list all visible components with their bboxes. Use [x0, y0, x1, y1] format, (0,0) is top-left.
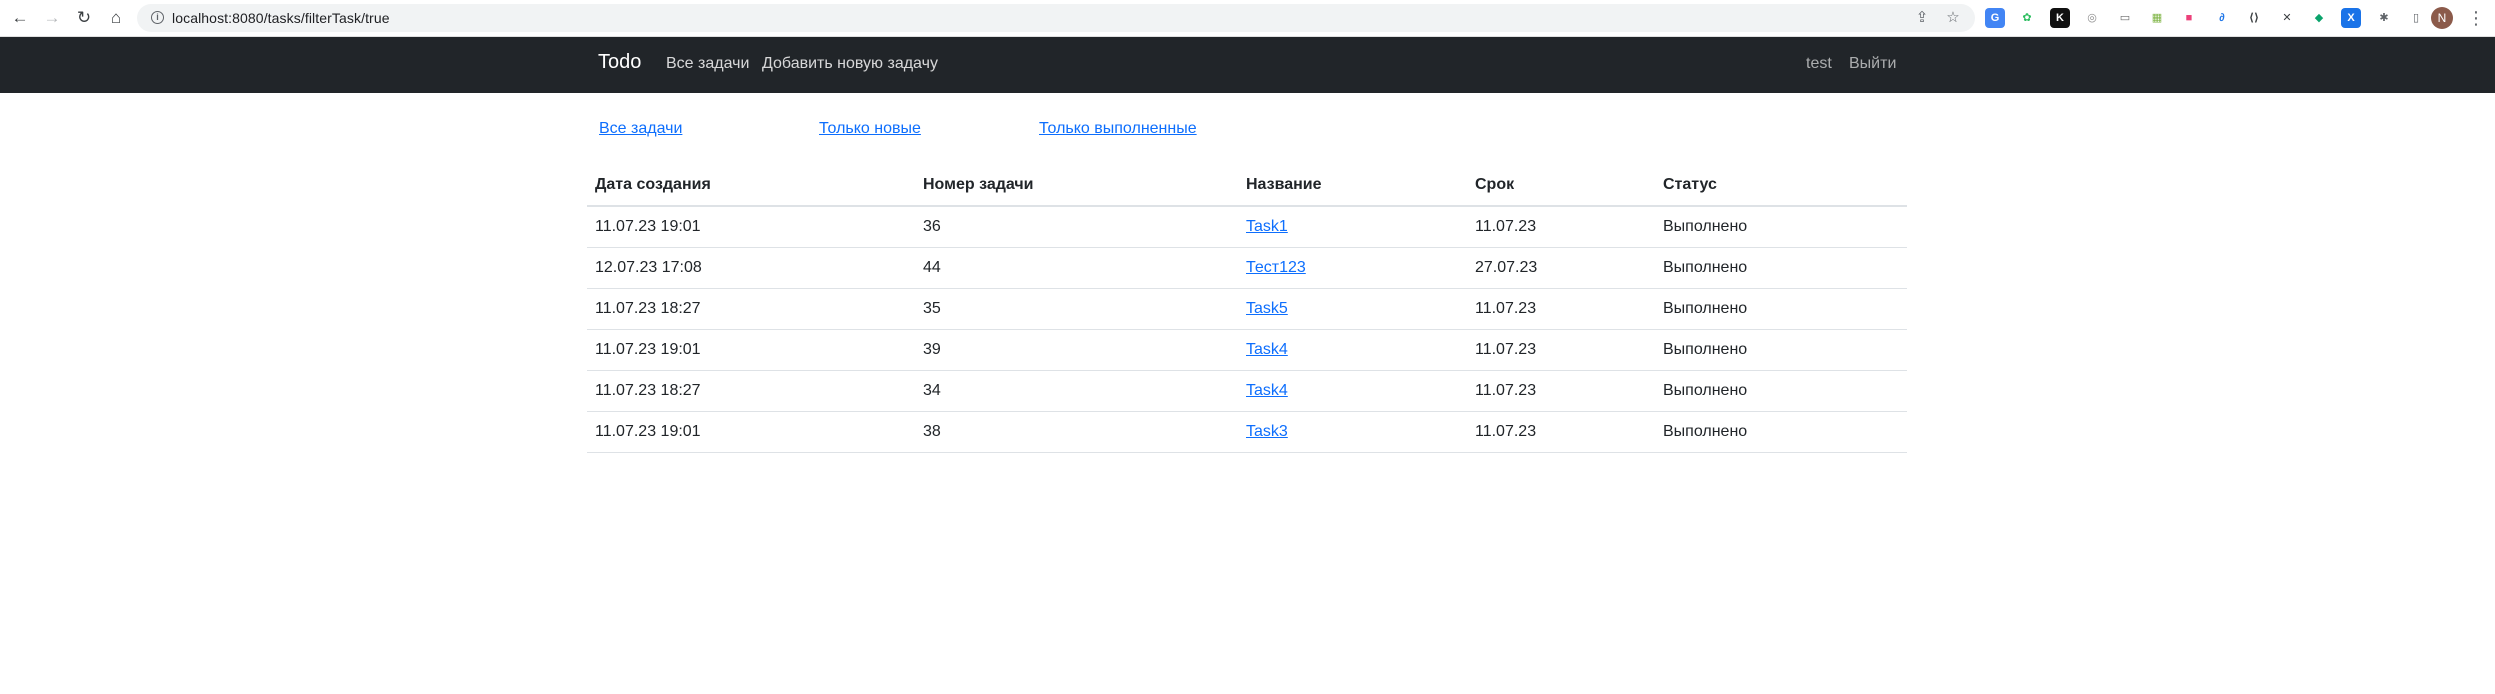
- cell-created: 11.07.23 19:01: [587, 411, 915, 453]
- code-extension-icon[interactable]: ⟨⟩: [2244, 8, 2264, 28]
- link-extension-icon[interactable]: ▭: [2115, 8, 2135, 28]
- reload-icon[interactable]: ↻: [72, 6, 96, 30]
- address-bar[interactable]: i localhost:8080/tasks/filterTask/true ⇪…: [137, 4, 1975, 32]
- table-row: 11.07.23 18:27 35 Task5 11.07.23 Выполнено: [587, 288, 1907, 330]
- cell-created: 11.07.23 19:01: [587, 206, 915, 248]
- cell-number: 44: [915, 247, 1238, 289]
- table-body: 11.07.23 19:01 36 Task1 11.07.23 Выполнено 12…: [587, 206, 1907, 453]
- header-title: Название: [1238, 165, 1467, 207]
- cell-created: 12.07.23 17:08: [587, 247, 915, 289]
- circle-extension-icon[interactable]: ◎: [2082, 8, 2102, 28]
- tasks-table: Дата создания Номер задачи Название Срок…: [587, 165, 1907, 453]
- cell-title: Task4: [1238, 329, 1467, 371]
- browser-menu-icon[interactable]: ⋮: [2467, 6, 2485, 30]
- translate-icon[interactable]: G: [1985, 8, 2005, 28]
- filter-new-only[interactable]: Только новые: [819, 120, 921, 138]
- table-row: 11.07.23 19:01 39 Task4 11.07.23 Выполнено: [587, 329, 1907, 371]
- x-extension-icon[interactable]: X: [2341, 8, 2361, 28]
- cell-title: Task5: [1238, 288, 1467, 330]
- sidepanel-icon[interactable]: ▯: [2406, 8, 2426, 28]
- cell-number: 39: [915, 329, 1238, 371]
- cell-title: Task1: [1238, 206, 1467, 248]
- cell-deadline: 27.07.23: [1467, 247, 1655, 289]
- table-row: 11.07.23 19:01 38 Task3 11.07.23 Выполнено: [587, 411, 1907, 453]
- cell-status: Выполнено: [1655, 370, 1907, 412]
- nav-add-task[interactable]: Добавить новую задачу: [762, 55, 938, 73]
- cell-deadline: 11.07.23: [1467, 370, 1655, 412]
- shield-extension-icon[interactable]: ◆: [2309, 8, 2329, 28]
- table-row: 11.07.23 19:01 36 Task1 11.07.23 Выполнено: [587, 206, 1907, 248]
- cell-number: 34: [915, 370, 1238, 412]
- color-extension-icon[interactable]: ■: [2179, 8, 2199, 28]
- home-icon[interactable]: ⌂: [104, 6, 128, 30]
- cell-status: Выполнено: [1655, 206, 1907, 248]
- header-deadline: Срок: [1467, 165, 1655, 207]
- nav-all-tasks[interactable]: Все задачи: [666, 55, 749, 73]
- table-row: 12.07.23 17:08 44 Тест123 27.07.23 Выполнено: [587, 247, 1907, 289]
- sheet-extension-icon[interactable]: ▦: [2147, 8, 2167, 28]
- cell-deadline: 11.07.23: [1467, 206, 1655, 248]
- filter-done-only[interactable]: Только выполненные: [1039, 120, 1197, 138]
- cell-deadline: 11.07.23: [1467, 288, 1655, 330]
- brand-logo[interactable]: Todo: [598, 51, 641, 74]
- cell-created: 11.07.23 18:27: [587, 288, 915, 330]
- cell-created: 11.07.23 18:27: [587, 370, 915, 412]
- cell-number: 38: [915, 411, 1238, 453]
- back-arrow-icon[interactable]: ←: [8, 6, 32, 30]
- feather-extension-icon[interactable]: ∂: [2212, 8, 2232, 28]
- forward-arrow-icon[interactable]: →: [40, 6, 64, 30]
- app-navbar: Todo Все задачи Добавить новую задачу te…: [0, 37, 2495, 93]
- cell-title: Task4: [1238, 370, 1467, 412]
- nav-logout[interactable]: Выйти: [1849, 55, 1896, 73]
- cell-deadline: 11.07.23: [1467, 329, 1655, 371]
- nav-user-name[interactable]: test: [1806, 55, 1832, 73]
- cell-number: 36: [915, 206, 1238, 248]
- cell-number: 35: [915, 288, 1238, 330]
- evernote-icon[interactable]: ✿: [2017, 8, 2037, 28]
- url-text[interactable]: localhost:8080/tasks/filterTask/true: [172, 10, 390, 26]
- cell-status: Выполнено: [1655, 288, 1907, 330]
- task-title-link[interactable]: Task5: [1246, 300, 1288, 317]
- task-title-link[interactable]: Task3: [1246, 423, 1288, 440]
- box-extension-icon[interactable]: ✕: [2277, 8, 2297, 28]
- bookmark-star-icon[interactable]: ☆: [1943, 8, 1963, 28]
- task-title-link[interactable]: Task4: [1246, 341, 1288, 358]
- filter-all-tasks[interactable]: Все задачи: [599, 120, 682, 138]
- cell-status: Выполнено: [1655, 329, 1907, 371]
- task-title-link[interactable]: Task1: [1246, 218, 1288, 235]
- header-status: Статус: [1655, 165, 1907, 207]
- k-extension-icon[interactable]: K: [2050, 8, 2070, 28]
- cell-title: Тест123: [1238, 247, 1467, 289]
- browser-toolbar: ← → ↻ ⌂ i localhost:8080/tasks/filterTas…: [0, 0, 2495, 37]
- task-title-link[interactable]: Task4: [1246, 382, 1288, 399]
- site-info-icon[interactable]: i: [151, 11, 164, 24]
- profile-avatar[interactable]: N: [2431, 7, 2453, 29]
- header-number: Номер задачи: [915, 165, 1238, 207]
- share-icon[interactable]: ⇪: [1912, 8, 1932, 28]
- cell-status: Выполнено: [1655, 247, 1907, 289]
- table-header-row: Дата создания Номер задачи Название Срок…: [587, 165, 1907, 207]
- cell-title: Task3: [1238, 411, 1467, 453]
- cell-deadline: 11.07.23: [1467, 411, 1655, 453]
- cell-created: 11.07.23 19:01: [587, 329, 915, 371]
- task-title-link[interactable]: Тест123: [1246, 259, 1306, 276]
- cell-status: Выполнено: [1655, 411, 1907, 453]
- header-created: Дата создания: [587, 165, 915, 207]
- table-row: 11.07.23 18:27 34 Task4 11.07.23 Выполнено: [587, 370, 1907, 412]
- puzzle-icon[interactable]: ✱: [2374, 8, 2394, 28]
